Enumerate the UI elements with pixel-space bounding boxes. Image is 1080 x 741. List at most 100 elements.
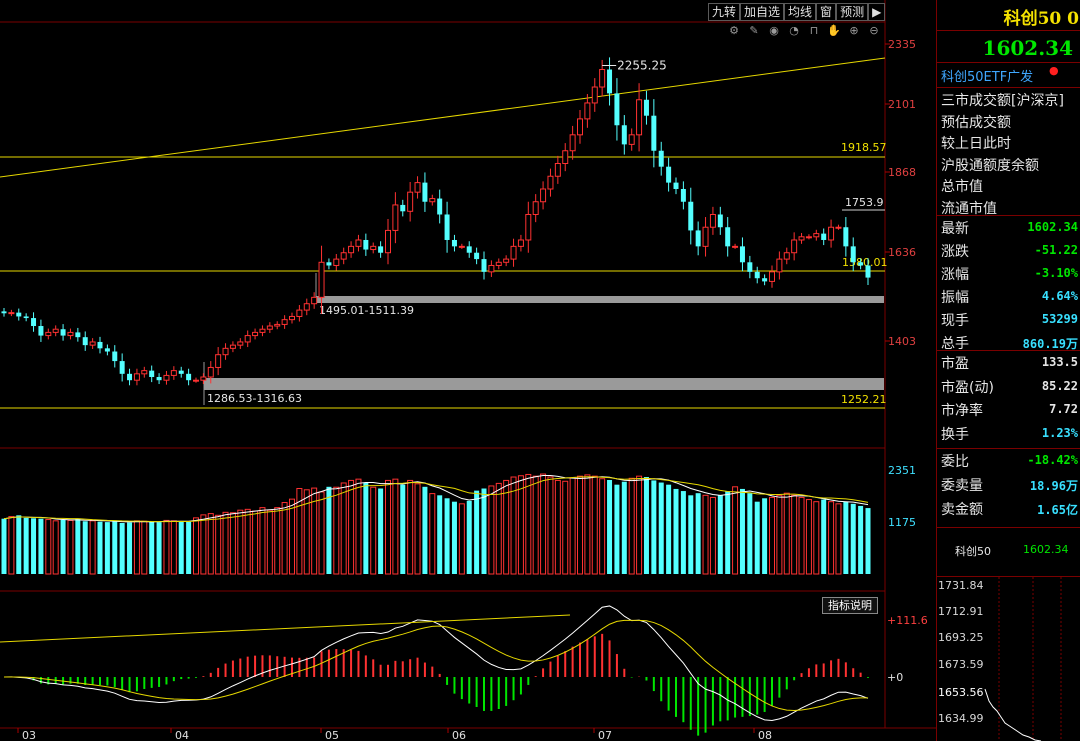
valuation-value: 1.23% bbox=[1041, 425, 1078, 440]
candle-body bbox=[67, 331, 74, 337]
volume-bar bbox=[709, 496, 716, 575]
candle-body bbox=[798, 236, 805, 241]
forecast-button[interactable]: 预测 bbox=[836, 3, 869, 21]
mini-tick-label: 1712.91 bbox=[938, 605, 984, 618]
volume-bar bbox=[370, 486, 377, 575]
volume-bar bbox=[266, 509, 273, 575]
volume-bar bbox=[607, 479, 613, 574]
level-label: 1580.01 bbox=[842, 256, 888, 269]
candle-body bbox=[754, 271, 760, 279]
candle-body bbox=[422, 182, 428, 202]
add-watchlist-button[interactable]: 加自选 bbox=[740, 3, 785, 21]
gear-icon[interactable]: ⚙ bbox=[726, 24, 742, 38]
chart-background bbox=[0, 0, 935, 741]
pencil-icon[interactable]: ✎ bbox=[746, 24, 762, 38]
volume-bar bbox=[392, 478, 399, 575]
quote-label: 现手 bbox=[941, 313, 969, 329]
chart-area[interactable]: 2335 2101 1868 1636 1403 2351 1175 +111.6 +0 03 04… bbox=[0, 0, 936, 741]
moving-average-button[interactable]: 均线 bbox=[784, 3, 817, 21]
pie-icon[interactable]: ◔ bbox=[786, 24, 802, 38]
nine-turn-button[interactable]: 九转 bbox=[708, 3, 741, 21]
order-label: 委卖量 bbox=[941, 478, 983, 494]
candle-body bbox=[318, 261, 325, 298]
window-button[interactable]: 窗 bbox=[816, 3, 837, 21]
info-label: 三市成交额[沪深京] bbox=[941, 93, 1064, 109]
divider bbox=[937, 527, 1080, 528]
candle-body bbox=[747, 262, 753, 272]
mini-chart[interactable]: 1731.84 1712.91 1693.25 1673.59 1653.56 1634.… bbox=[937, 577, 1080, 741]
volume-bar bbox=[805, 499, 812, 575]
candle-body bbox=[289, 315, 295, 321]
month-label: 04 bbox=[175, 729, 189, 741]
candle-body bbox=[274, 323, 281, 327]
price-axis-label: 2101 bbox=[888, 98, 916, 111]
candle-body bbox=[355, 239, 362, 247]
candle-body bbox=[621, 125, 627, 145]
volume-bar bbox=[503, 479, 510, 575]
divider bbox=[937, 350, 1080, 351]
gap-zone-label: 1286.53-1316.63 bbox=[207, 392, 302, 405]
candle-body bbox=[229, 344, 236, 349]
volume-bar bbox=[244, 508, 251, 575]
candle-body bbox=[614, 93, 620, 126]
volume-bar bbox=[569, 477, 576, 575]
candle-body bbox=[532, 201, 539, 215]
quote-value: 1602.34 bbox=[1027, 220, 1078, 234]
quote-label: 振幅 bbox=[941, 290, 969, 306]
eye-icon[interactable]: ◉ bbox=[766, 24, 782, 38]
zoom-in-icon[interactable]: ⊕ bbox=[846, 24, 862, 38]
volume-bar bbox=[355, 478, 362, 575]
indicator-help-button[interactable]: 指标说明 bbox=[822, 597, 878, 614]
etf-link[interactable]: 科创50ETF广发 bbox=[941, 66, 1033, 85]
month-label: 07 bbox=[598, 729, 612, 741]
volume-bar bbox=[821, 499, 827, 574]
candle-body bbox=[510, 245, 517, 260]
candle-body bbox=[97, 341, 103, 349]
candle-body bbox=[333, 258, 340, 266]
candle-body bbox=[474, 252, 480, 260]
candle-body bbox=[133, 373, 140, 381]
candle-body bbox=[119, 361, 125, 374]
collapse-panel-icon[interactable]: ▶ bbox=[868, 3, 886, 21]
order-value: 1.65亿 bbox=[1037, 503, 1078, 517]
mini-tick-label: 1693.25 bbox=[938, 631, 984, 644]
candle-body bbox=[547, 175, 554, 190]
kline-chart[interactable]: 2335 2101 1868 1636 1403 2351 1175 +111.6 +0 03 04… bbox=[0, 0, 936, 741]
candle-body bbox=[156, 377, 162, 381]
volume-bar bbox=[695, 493, 701, 574]
zoom-out-icon[interactable]: ⊖ bbox=[866, 24, 882, 38]
volume-bar bbox=[170, 520, 177, 575]
level-label: 1753.9 bbox=[845, 196, 884, 209]
candle-body bbox=[215, 354, 222, 368]
volume-bar bbox=[333, 486, 340, 575]
volume-bar bbox=[673, 488, 679, 574]
candle-body bbox=[717, 214, 723, 228]
quote-value: -3.10% bbox=[1034, 266, 1078, 280]
candle-body bbox=[303, 303, 310, 311]
candle-body bbox=[437, 198, 443, 215]
level-label: 1918.57 bbox=[841, 141, 887, 154]
candle-body bbox=[628, 134, 635, 145]
volume-bar bbox=[363, 482, 369, 574]
candle-body bbox=[709, 213, 716, 228]
volume-bar bbox=[599, 478, 606, 575]
candle-body bbox=[296, 309, 303, 317]
volume-bar bbox=[82, 521, 88, 574]
candle-body bbox=[141, 370, 148, 375]
valuation-value: 85.22 bbox=[1041, 378, 1078, 393]
volume-bar bbox=[474, 490, 480, 574]
hand-icon[interactable]: ✋ bbox=[826, 24, 842, 38]
chart-tools: ⚙ ✎ ◉ ◔ ⊓ ✋ ⊕ ⊖ bbox=[726, 24, 882, 38]
candle-body bbox=[60, 329, 66, 336]
candle-body bbox=[222, 347, 229, 356]
volume-bar bbox=[200, 514, 207, 575]
lock-icon[interactable]: ⊓ bbox=[806, 24, 822, 38]
candle-body bbox=[252, 331, 259, 337]
mini-tick-label: 1634.99 bbox=[938, 712, 984, 725]
volume-bar bbox=[769, 496, 775, 575]
info-label: 总市值 bbox=[941, 179, 983, 195]
candle-body bbox=[178, 370, 184, 374]
candle-body bbox=[170, 370, 177, 376]
volume-bar bbox=[783, 492, 790, 575]
divider bbox=[937, 448, 1080, 449]
